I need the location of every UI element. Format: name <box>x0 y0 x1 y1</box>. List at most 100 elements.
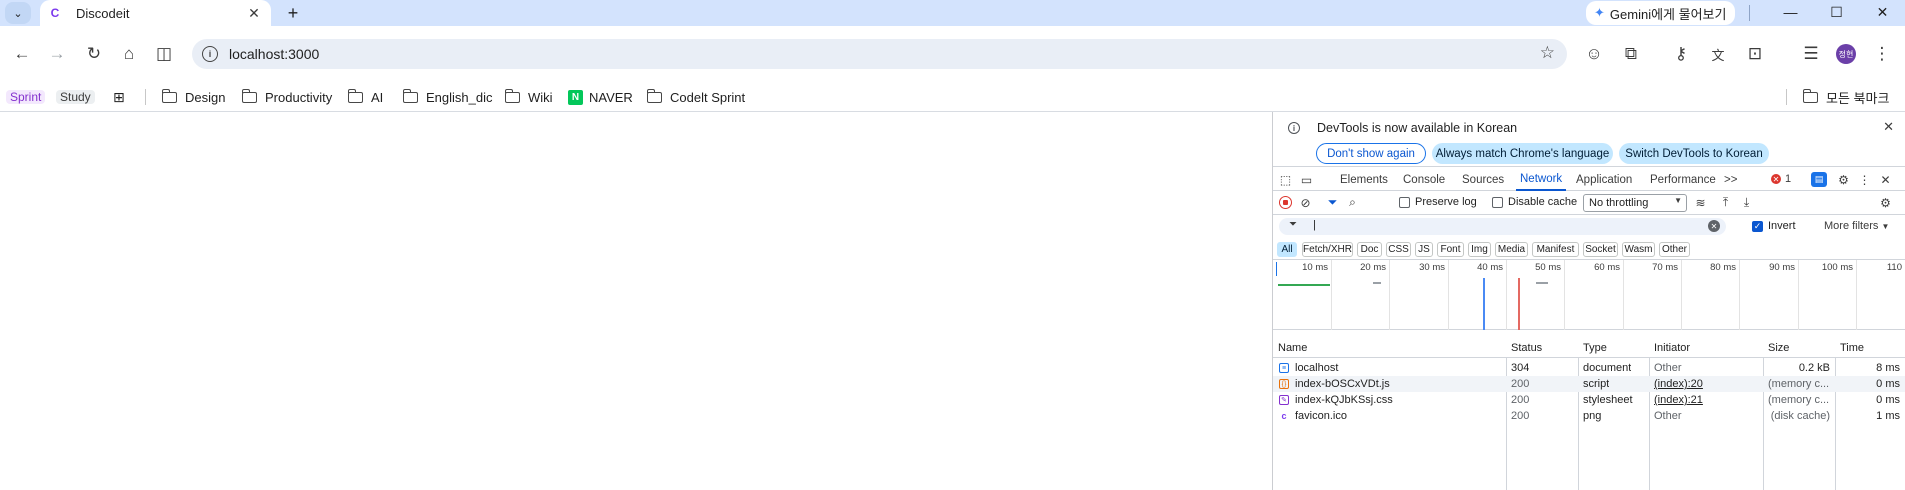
window-close-icon[interactable]: ✕ <box>1860 0 1905 24</box>
tab-label: Performance <box>1650 173 1716 186</box>
url-text[interactable]: localhost:3000 <box>229 46 319 62</box>
throttling-select[interactable]: No throttling ▼ <box>1583 194 1687 212</box>
filter-value[interactable]: | <box>1313 219 1316 231</box>
more-tabs-chevron-icon[interactable]: >> <box>1724 168 1737 191</box>
new-tab-plus-icon[interactable]: + <box>282 2 304 24</box>
type-filter-all[interactable]: All <box>1277 242 1297 257</box>
tab-close-icon[interactable]: ✕ <box>245 4 263 22</box>
tab-search-button[interactable]: ⌄ <box>5 2 31 24</box>
column-header-initiator[interactable]: Initiator <box>1654 342 1690 354</box>
side-panel-icon[interactable]: ◫ <box>150 40 178 68</box>
maximize-icon[interactable]: ☐ <box>1814 0 1859 24</box>
profile-avatar[interactable]: 정현 <box>1836 44 1856 64</box>
type-filter-socket[interactable]: Socket <box>1583 242 1618 257</box>
column-header-status[interactable]: Status <box>1511 342 1542 354</box>
disable-cache-checkbox[interactable]: Disable cache <box>1492 196 1577 208</box>
reload-icon[interactable]: ↻ <box>80 40 108 68</box>
more-filters-dropdown[interactable]: More filters ▼ <box>1824 220 1889 232</box>
type-filter-js[interactable]: JS <box>1415 242 1433 257</box>
bookmark-tag-sprint[interactable]: Sprint <box>6 87 46 107</box>
clear-filter-icon[interactable]: ✕ <box>1708 220 1720 232</box>
device-toolbar-icon[interactable]: ▭ <box>1299 172 1314 187</box>
switch-to-korean-button[interactable]: Switch DevTools to Korean <box>1619 143 1769 164</box>
settings-gear-icon[interactable]: ⚙ <box>1836 172 1851 187</box>
bookmark-folder-wiki[interactable]: Wiki <box>504 87 553 107</box>
page-viewport[interactable] <box>0 112 1272 490</box>
table-row[interactable]: ✎ index-kQJbKSsj.css 200 stylesheet (ind… <box>1273 392 1905 408</box>
table-row[interactable]: ≡ localhost 304 document Other 0.2 kB 8 … <box>1273 360 1905 376</box>
bookmark-naver[interactable]: N NAVER <box>568 87 633 107</box>
emoji-extension-icon[interactable]: ☺ <box>1580 40 1608 68</box>
type-filter-font[interactable]: Font <box>1437 242 1464 257</box>
export-har-icon[interactable]: ⤓ <box>1739 195 1754 210</box>
kebab-menu-icon[interactable]: ⋮ <box>1868 40 1896 68</box>
type-filter-media[interactable]: Media <box>1495 242 1528 257</box>
gemini-button[interactable]: ✦ Gemini에게 물어보기 <box>1586 1 1735 25</box>
forward-arrow-icon[interactable]: → <box>43 40 71 68</box>
devtools-close-icon[interactable]: ✕ <box>1878 172 1893 187</box>
error-count: 1 <box>1785 173 1792 185</box>
back-arrow-icon[interactable]: ← <box>8 40 36 68</box>
type-filter-wasm[interactable]: Wasm <box>1622 242 1655 257</box>
bookmark-star-icon[interactable]: ☆ <box>1540 43 1555 63</box>
home-icon[interactable]: ⌂ <box>115 40 143 68</box>
column-header-time[interactable]: Time <box>1840 342 1864 354</box>
type-filter-other[interactable]: Other <box>1659 242 1690 257</box>
bookmark-folder-all[interactable]: 모든 북마크 <box>1802 87 1889 107</box>
tab-console[interactable]: Console <box>1403 168 1445 191</box>
network-conditions-wifi-icon[interactable]: ≋ <box>1693 195 1708 210</box>
bookmark-tag-study[interactable]: Study <box>56 87 95 107</box>
browser-tab-active[interactable]: C Discodeit ✕ <box>40 0 271 26</box>
tab-sources[interactable]: Sources <box>1462 168 1504 191</box>
apps-grid-icon[interactable]: ⊞ <box>113 87 125 107</box>
bookmark-folder-codeit-sprint[interactable]: Codelt Sprint <box>646 87 745 107</box>
preserve-log-checkbox[interactable]: Preserve log <box>1399 196 1477 208</box>
type-filter-img[interactable]: Img <box>1468 242 1491 257</box>
search-icon[interactable]: ⌕ <box>1345 195 1360 210</box>
error-count-badge[interactable]: ✕ 1 <box>1771 173 1791 185</box>
minimize-icon[interactable]: — <box>1768 0 1813 24</box>
tab-performance[interactable]: Performance <box>1650 168 1716 191</box>
bookmark-folder-design[interactable]: Design <box>161 87 225 107</box>
network-settings-gear-icon[interactable]: ⚙ <box>1878 195 1893 210</box>
extensions-puzzle-icon[interactable]: ⧉ <box>1617 40 1645 68</box>
tab-strip: ⌄ C Discodeit ✕ + ✦ Gemini에게 물어보기 — ☐ ✕ <box>0 0 1905 26</box>
tab-network[interactable]: Network <box>1516 168 1567 191</box>
type-filter-fetch-xhr[interactable]: Fetch/XHR <box>1302 242 1353 257</box>
tab-elements[interactable]: Elements <box>1340 168 1388 191</box>
bookmark-folder-ai[interactable]: AI <box>347 87 383 107</box>
request-initiator-link[interactable]: (index):20 <box>1654 378 1703 390</box>
inspect-element-icon[interactable]: ⬚ <box>1278 172 1293 187</box>
reading-list-icon[interactable]: ☰ <box>1797 40 1825 68</box>
filter-input[interactable]: ⏷ | ✕ <box>1279 218 1726 235</box>
invert-checkbox[interactable]: ✓ Invert <box>1752 220 1796 232</box>
type-filter-doc[interactable]: Doc <box>1357 242 1382 257</box>
bookmark-folder-productivity[interactable]: Productivity <box>241 87 332 107</box>
password-key-icon[interactable]: ⚷ <box>1667 40 1695 68</box>
lens-capture-icon[interactable]: ⊡ <box>1741 40 1769 68</box>
banner-close-icon[interactable]: ✕ <box>1883 119 1894 135</box>
request-initiator-link[interactable]: (index):21 <box>1654 394 1703 406</box>
translate-icon[interactable]: 文 <box>1704 40 1732 68</box>
tab-application[interactable]: Application <box>1576 168 1632 191</box>
site-info-icon[interactable]: i <box>202 46 218 62</box>
network-overview-timeline[interactable]: 10 ms 20 ms 30 ms 40 ms 50 ms 60 ms 70 m… <box>1273 260 1905 330</box>
type-filter-css[interactable]: CSS <box>1386 242 1411 257</box>
bookmark-folder-english-dic[interactable]: English_dic <box>402 87 493 107</box>
dont-show-again-button[interactable]: Don't show again <box>1316 143 1426 164</box>
address-bar[interactable]: i localhost:3000 ☆ <box>192 39 1567 69</box>
table-row[interactable]: c favicon.ico 200 png Other (disk cache)… <box>1273 408 1905 424</box>
devtools-kebab-icon[interactable]: ⋮ <box>1857 172 1872 187</box>
table-row[interactable]: {} index-bOSCxVDt.js 200 script (index):… <box>1273 376 1905 392</box>
type-filter-manifest[interactable]: Manifest <box>1532 242 1579 257</box>
clear-log-icon[interactable]: ⊘ <box>1298 195 1313 210</box>
issues-icon[interactable]: ▤ <box>1811 172 1827 187</box>
stop-recording-icon[interactable] <box>1279 196 1292 209</box>
always-match-language-button[interactable]: Always match Chrome's language <box>1432 143 1613 164</box>
bookmark-tag-label: Study <box>56 90 95 104</box>
import-har-icon[interactable]: ⤒ <box>1718 195 1733 210</box>
column-header-size[interactable]: Size <box>1768 342 1789 354</box>
column-header-type[interactable]: Type <box>1583 342 1607 354</box>
filter-funnel-icon[interactable]: ⏷ <box>1325 195 1340 210</box>
column-header-name[interactable]: Name <box>1278 342 1307 354</box>
